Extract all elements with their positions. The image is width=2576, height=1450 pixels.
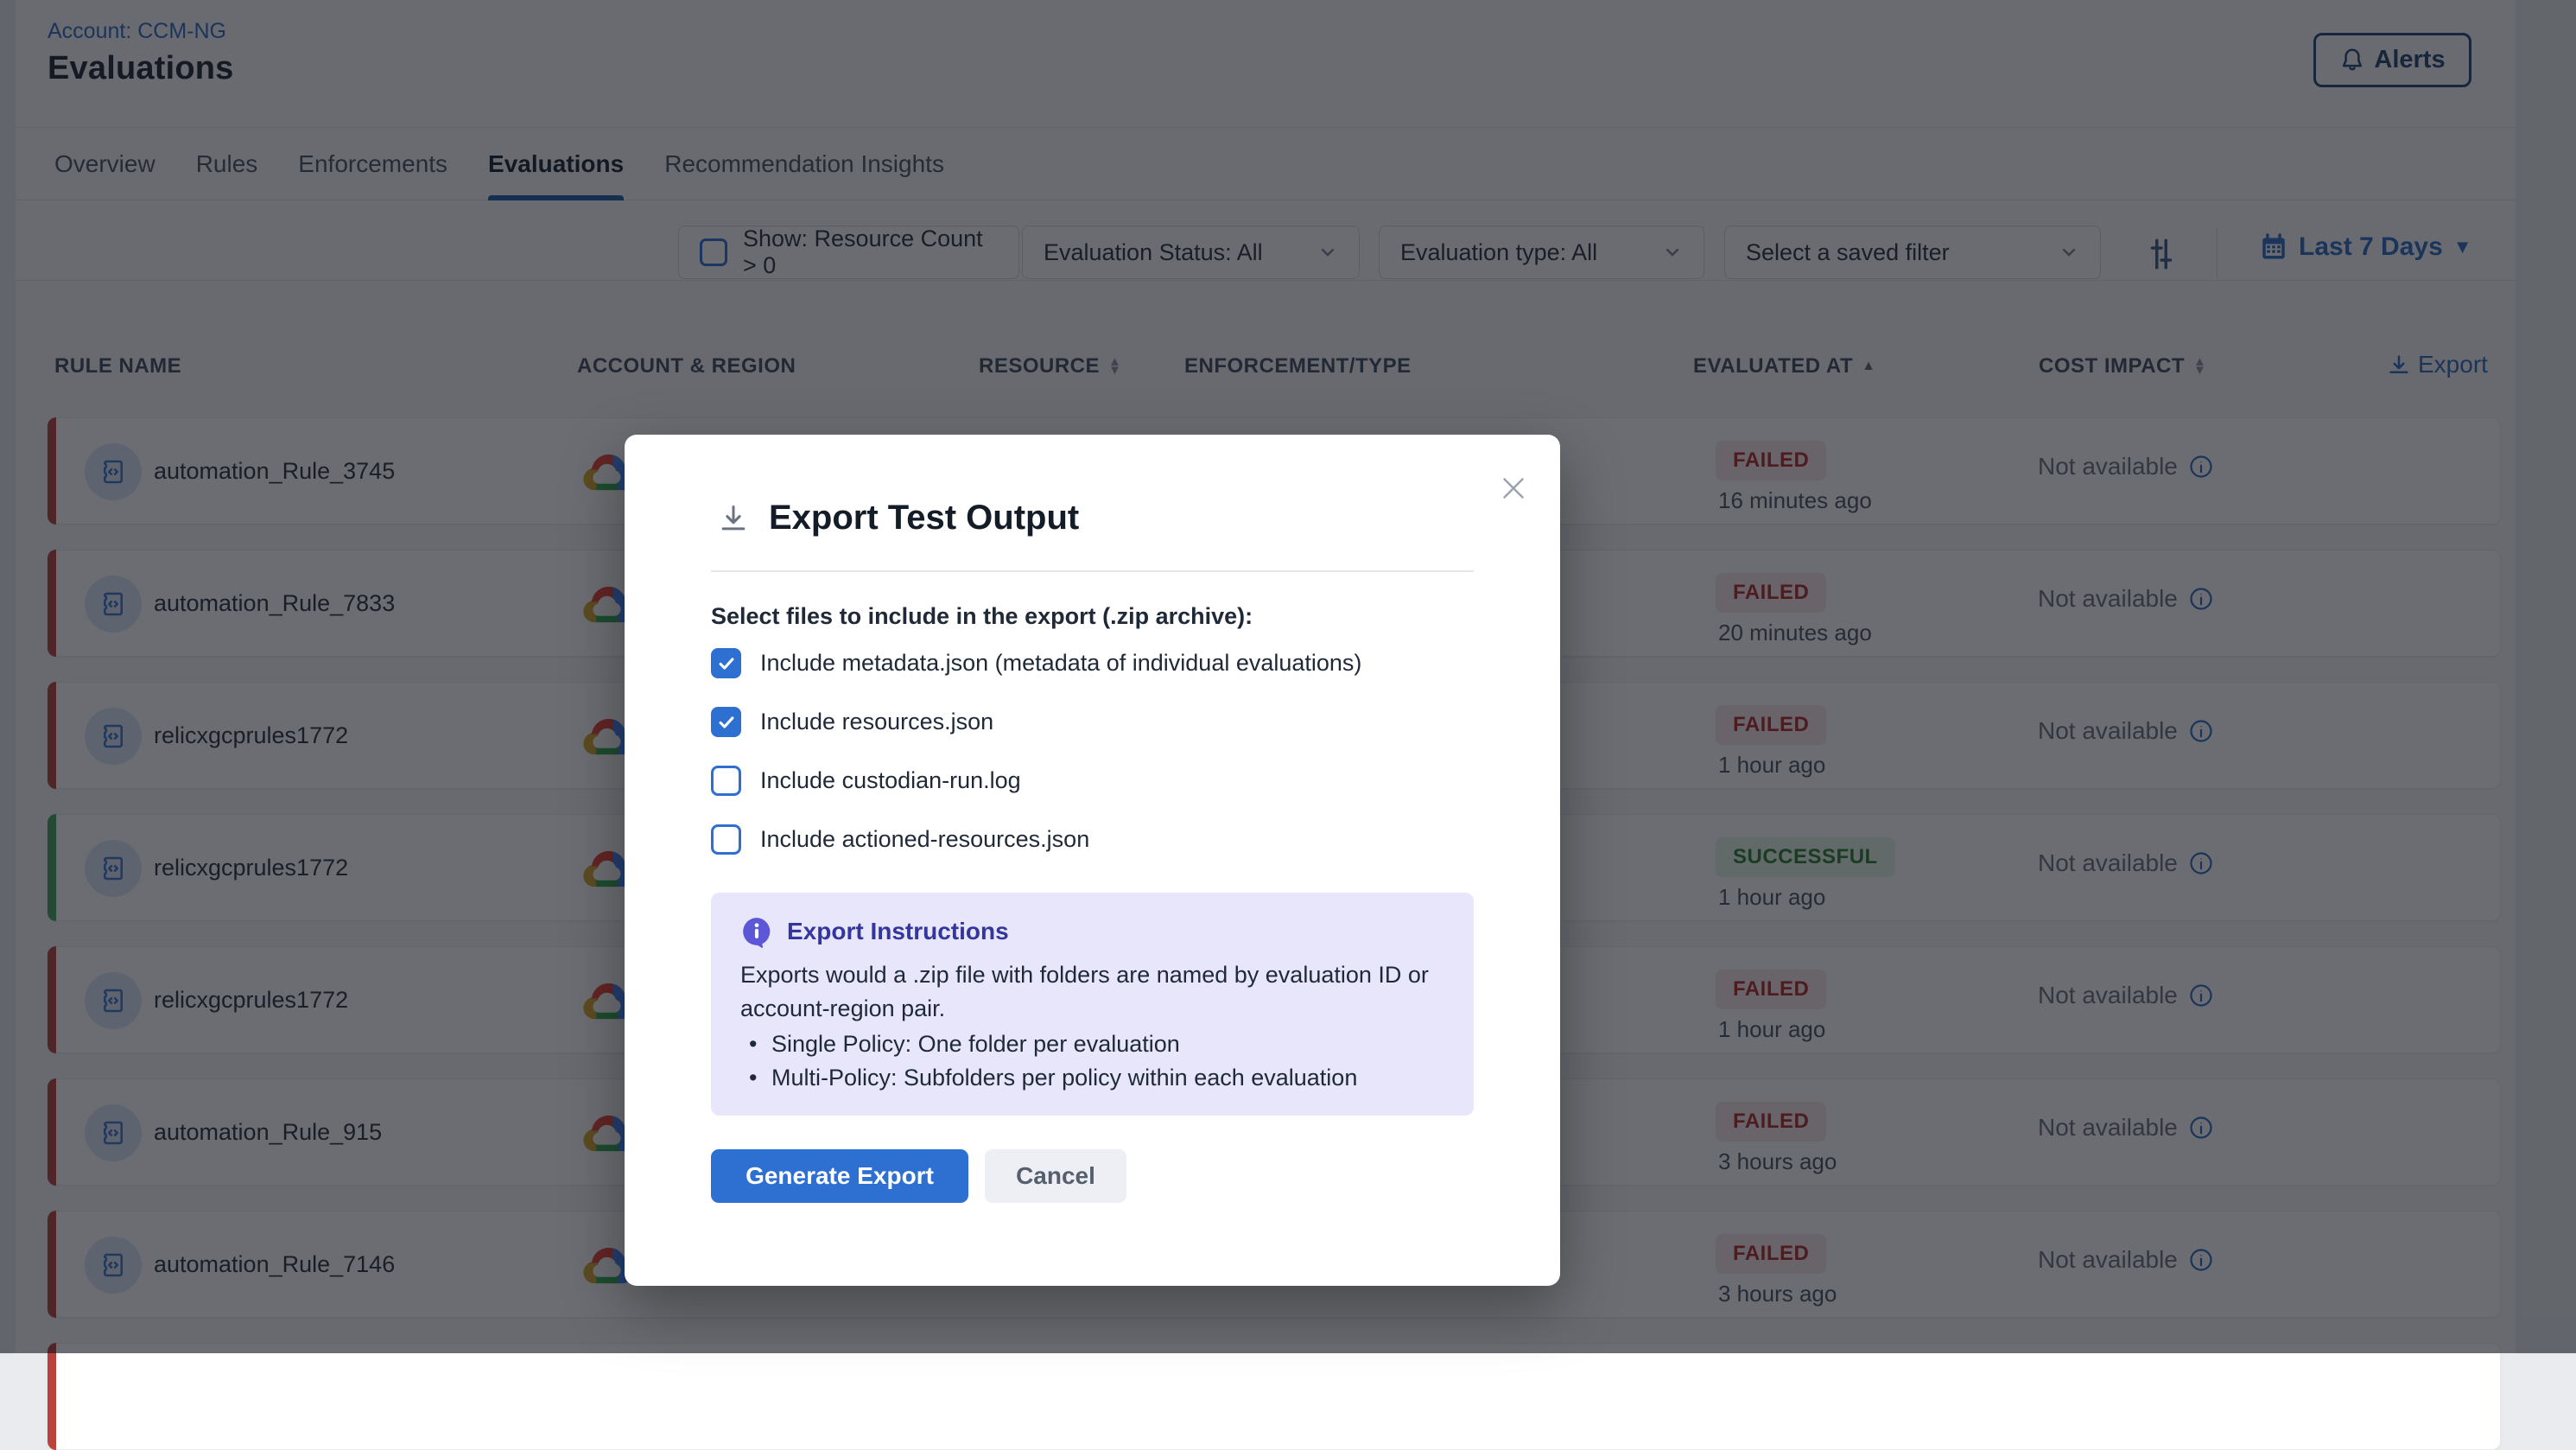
checkbox-label: Include resources.json: [760, 709, 993, 735]
status-stripe: [48, 1343, 56, 1450]
info-bubble-icon: [740, 915, 773, 948]
export-file-checkbox-row[interactable]: Include metadata.json (metadata of indiv…: [711, 648, 1361, 678]
checkbox[interactable]: [711, 648, 741, 678]
checkbox[interactable]: [711, 766, 741, 796]
checkbox[interactable]: [711, 707, 741, 737]
modal-section-label: Select files to include in the export (.…: [711, 603, 1253, 630]
export-test-output-modal: Export Test Output Select files to inclu…: [625, 435, 1560, 1286]
generate-export-button[interactable]: Generate Export: [711, 1149, 968, 1203]
modal-divider: [711, 570, 1474, 572]
modal-title: Export Test Output: [769, 499, 1079, 537]
close-icon[interactable]: [1498, 473, 1529, 504]
export-file-checkbox-row[interactable]: Include custodian-run.log: [711, 766, 1021, 796]
instruction-bullet: Single Policy: One folder per evaluation: [740, 1027, 1444, 1061]
checkbox-label: Include actioned-resources.json: [760, 826, 1089, 853]
checkbox-label: Include metadata.json (metadata of indiv…: [760, 650, 1361, 677]
export-file-checkbox-row[interactable]: Include actioned-resources.json: [711, 824, 1089, 855]
export-instructions-bullets: Single Policy: One folder per evaluation…: [740, 1027, 1444, 1095]
export-instructions-box: Export Instructions Exports would a .zip…: [711, 893, 1474, 1116]
download-icon: [717, 502, 750, 535]
cancel-button[interactable]: Cancel: [985, 1149, 1126, 1203]
table-row-partial[interactable]: [48, 1343, 2501, 1450]
export-instructions-title: Export Instructions: [787, 918, 1009, 945]
instruction-bullet: Multi-Policy: Subfolders per policy with…: [740, 1061, 1444, 1095]
export-file-checkbox-row[interactable]: Include resources.json: [711, 707, 993, 737]
checkbox-label: Include custodian-run.log: [760, 767, 1021, 794]
checkbox[interactable]: [711, 824, 741, 855]
export-instructions-body: Exports would a .zip file with folders a…: [740, 958, 1444, 1026]
